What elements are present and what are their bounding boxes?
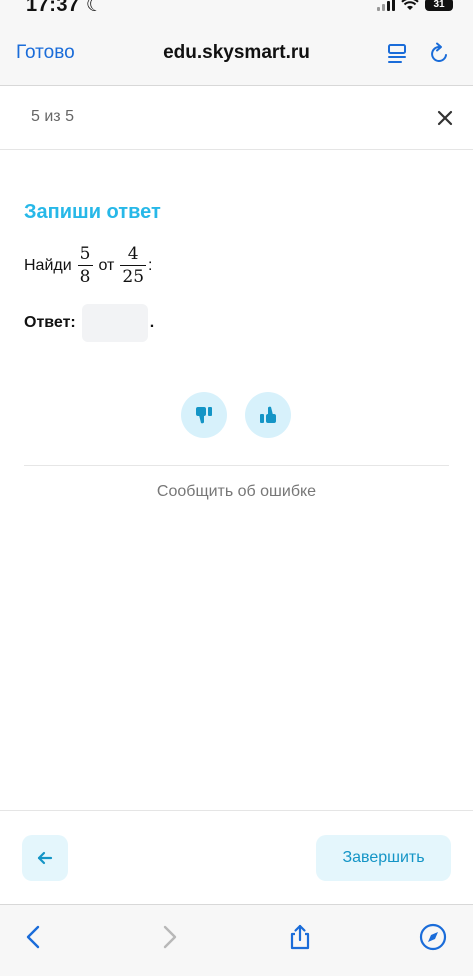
fraction-numerator: 4 [127, 244, 139, 264]
like-button[interactable] [245, 392, 291, 438]
answer-input[interactable] [81, 304, 148, 342]
divider [24, 465, 449, 466]
cellular-signal-icon [377, 0, 395, 11]
question-text: Найди 5 8 от 4 25 : [24, 244, 152, 287]
fraction-second: 4 25 [120, 244, 147, 287]
answer-row: Ответ: . [24, 304, 154, 342]
browser-bottom-toolbar [0, 904, 473, 976]
reload-icon[interactable] [427, 42, 451, 66]
share-icon[interactable] [286, 923, 314, 951]
status-icons: 31 [377, 0, 453, 11]
prompt-word: Найди [24, 256, 72, 274]
reader-view-icon[interactable] [385, 42, 409, 66]
thumbs-down-icon [196, 407, 212, 424]
report-error-link: Сообщить об ошибке [0, 483, 473, 501]
browser-back-icon[interactable] [20, 923, 48, 951]
joiner-word: от [98, 256, 115, 274]
fraction-numerator: 5 [79, 244, 91, 264]
answer-suffix: . [149, 314, 155, 331]
task-footer: Завершить [0, 810, 473, 904]
status-time: 17:37 ☾ [26, 0, 104, 17]
fraction-first: 5 8 [77, 244, 93, 287]
browser-forward-icon[interactable] [155, 923, 183, 951]
compass-icon[interactable] [419, 923, 447, 951]
battery-icon: 31 [425, 0, 453, 11]
moon-icon: ☾ [85, 0, 105, 16]
thumbs-up-icon [260, 406, 276, 423]
status-bar: 17:37 ☾ 31 [0, 0, 473, 18]
fraction-bar [120, 265, 147, 266]
task-title: Запиши ответ [24, 201, 161, 223]
progress-counter: 5 из 5 [31, 108, 74, 125]
wifi-icon [401, 0, 419, 10]
arrow-left-icon [37, 851, 53, 865]
url-text[interactable]: edu.skysmart.ru [163, 42, 310, 63]
fraction-denominator: 8 [79, 267, 91, 287]
fraction-denominator: 25 [122, 267, 145, 287]
report-error-text[interactable]: Сообщить об ошибке [157, 483, 316, 500]
answer-label: Ответ: [24, 314, 76, 331]
dislike-button[interactable] [181, 392, 227, 438]
colon: : [148, 256, 153, 274]
finish-button[interactable]: Завершить [316, 835, 451, 881]
close-icon[interactable] [435, 108, 455, 128]
previous-task-button[interactable] [22, 835, 68, 881]
browser-top-bar: Готово edu.skysmart.ru [0, 18, 473, 86]
task-progress-header: 5 из 5 [0, 86, 473, 150]
fraction-bar [77, 265, 93, 266]
done-button[interactable]: Готово [16, 42, 75, 64]
